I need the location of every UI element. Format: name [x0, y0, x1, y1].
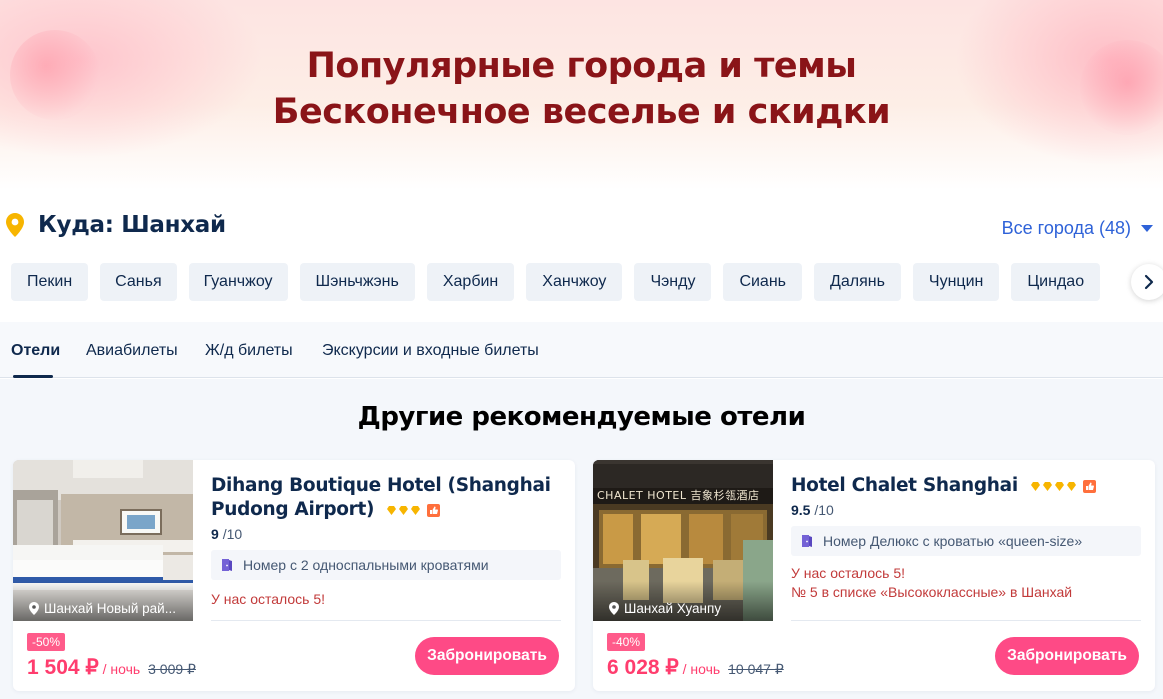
location-pin-icon [609, 601, 619, 615]
hotel-location-text: Шанхай Новый рай... [44, 600, 176, 616]
score-value: 9 [211, 526, 219, 542]
thumbs-up-badge-icon [1083, 479, 1097, 493]
availability-note: У нас осталось 5! [211, 591, 325, 607]
review-score: 9.5 /10 [791, 502, 1141, 518]
promo-banner: Популярные города и темы Бесконечное вес… [0, 0, 1163, 190]
city-chip[interactable]: Санья [100, 263, 177, 301]
city-chips: Пекин Санья Гуанчжоу Шэньчжэнь Харбин Ханчжоу… [11, 263, 1123, 301]
price-unit: / ночь [682, 661, 721, 677]
room-type-text: Номер с 2 односпальными кроватями [243, 557, 489, 573]
diamond-icon [1067, 481, 1077, 491]
destination-label: Куда: Шанхай [38, 212, 226, 238]
diamond-icon [1043, 481, 1053, 491]
diamond-icon [411, 505, 421, 515]
score-max: /10 [222, 526, 243, 542]
location-pin-icon [6, 213, 24, 237]
diamond-icon [387, 505, 397, 515]
tab-tours[interactable]: Экскурсии и входные билеты [322, 342, 539, 360]
active-tab-indicator [13, 375, 53, 378]
hotel-sign: CHALET HOTEL 吉象杉瓴酒店 [597, 489, 760, 501]
price: 6 028 ₽ / ночь 10 047 ₽ [607, 655, 784, 680]
hotel-location: Шанхай Новый рай... [13, 581, 193, 621]
ranking-note: № 5 в списке «Высококлассные» в Шанхай [791, 584, 1073, 600]
product-tabs: Отели Авиабилеты Ж/д билеты Экскурсии и … [0, 322, 1163, 378]
city-chip[interactable]: Харбин [426, 263, 515, 301]
score-max: /10 [814, 502, 834, 518]
hotel-name-text: Hotel Chalet Shanghai [791, 475, 1018, 496]
book-button[interactable]: Забронировать [995, 637, 1139, 675]
room-type: Номер Делюкс с кроватью «queen-size» [791, 526, 1141, 556]
price-amount: 1 504 ₽ [27, 656, 99, 679]
city-chip[interactable]: Гуанчжоу [188, 263, 288, 301]
hotel-location-text: Шанхай Хуанпу [624, 600, 722, 616]
price-amount: 6 028 ₽ [607, 656, 679, 679]
diamond-icon [1055, 481, 1065, 491]
room-type: Номер с 2 односпальными кроватями [211, 550, 561, 580]
tab-flights[interactable]: Авиабилеты [86, 342, 178, 360]
old-price: 10 047 ₽ [728, 661, 784, 677]
destination-header: Куда: Шанхай [6, 212, 226, 238]
city-chip[interactable]: Циндао [1011, 263, 1101, 301]
city-chip[interactable]: Шэньчжэнь [299, 263, 415, 301]
section-title: Другие рекомендуемые отели [357, 402, 806, 432]
location-pin-icon [29, 601, 39, 615]
tab-trains[interactable]: Ж/д билеты [205, 342, 293, 360]
all-cities-dropdown[interactable]: Все города (48) [1002, 218, 1153, 239]
all-cities-label: Все города (48) [1001, 218, 1131, 238]
book-button[interactable]: Забронировать [415, 637, 559, 675]
old-price: 3 009 ₽ [148, 661, 196, 677]
chips-next-button[interactable] [1131, 264, 1163, 300]
banner-title: Популярные города и темы [306, 46, 857, 86]
chevron-down-icon [1141, 225, 1153, 232]
diamond-icon [399, 505, 409, 515]
hotel-rating [386, 503, 441, 517]
hotel-card[interactable]: CHALET HOTEL 吉象杉瓴酒店 Шанхай Хуанпу Hotel … [593, 460, 1155, 691]
door-icon [802, 535, 812, 547]
score-value: 9.5 [791, 502, 811, 518]
price: 1 504 ₽ / ночь 3 009 ₽ [27, 655, 196, 680]
thumbs-up-badge-icon [427, 503, 441, 517]
door-icon [222, 559, 232, 571]
city-chip[interactable]: Ханчжоу [526, 263, 623, 301]
discount-badge: -50% [27, 633, 66, 651]
city-chip[interactable]: Пекин [11, 263, 89, 301]
hotel-photo[interactable]: Шанхай Новый рай... [13, 460, 193, 621]
hotel-name[interactable]: Dihang Boutique Hotel (Shanghai Pudong A… [211, 474, 561, 522]
discount-badge: -40% [607, 633, 646, 651]
review-score: 9 /10 [211, 526, 561, 542]
city-chip[interactable]: Чунцин [912, 263, 1000, 301]
hotel-info: Dihang Boutique Hotel (Shanghai Pudong A… [211, 474, 561, 609]
hotel-rating [1030, 479, 1097, 493]
chevron-right-icon [1144, 274, 1154, 290]
room-type-text: Номер Делюкс с кроватью «queen-size» [823, 533, 1083, 549]
city-chip[interactable]: Далянь [814, 263, 901, 301]
card-divider [211, 620, 561, 621]
city-chip[interactable]: Сиань [723, 263, 802, 301]
availability-note: У нас осталось 5! [791, 565, 905, 581]
banner-subtitle: Бесконечное веселье и скидки [272, 92, 891, 132]
hotel-name-text: Dihang Boutique Hotel (Shanghai Pudong A… [211, 475, 551, 520]
hotel-card[interactable]: Шанхай Новый рай... Dihang Boutique Hote… [13, 460, 575, 691]
hotel-info: Hotel Chalet Shanghai 9.5 /10 Номер Делю… [791, 474, 1141, 602]
hotel-location: Шанхай Хуанпу [593, 581, 773, 621]
tab-hotels[interactable]: Отели [11, 342, 60, 360]
hotel-name[interactable]: Hotel Chalet Shanghai [791, 474, 1141, 498]
hotel-photo[interactable]: CHALET HOTEL 吉象杉瓴酒店 Шанхай Хуанпу [593, 460, 773, 621]
card-divider [791, 620, 1141, 621]
diamond-icon [1031, 481, 1041, 491]
city-chip[interactable]: Чэнду [634, 263, 712, 301]
price-unit: / ночь [102, 661, 141, 677]
